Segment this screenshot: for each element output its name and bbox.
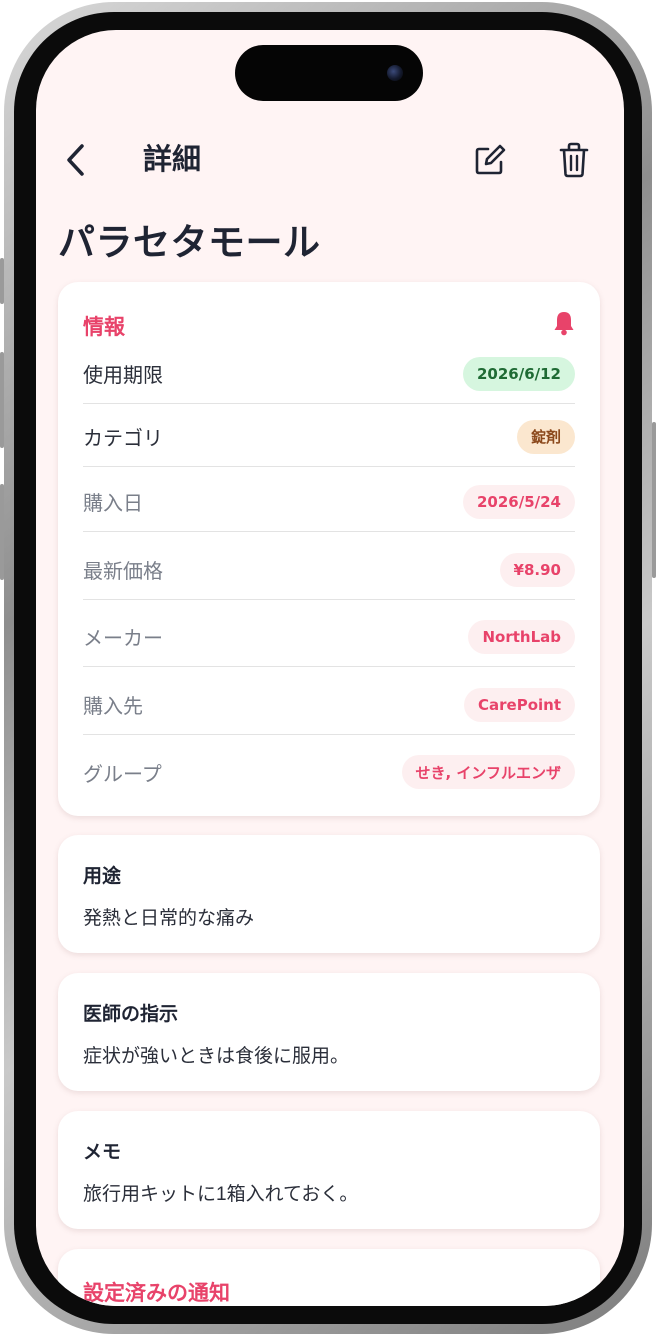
purchase-date-badge: 2026/5/24	[462, 484, 575, 519]
chevron-left-icon	[67, 144, 84, 176]
back-button[interactable]	[58, 142, 94, 178]
bell-icon[interactable]	[552, 310, 576, 336]
info-row-label: カテゴリ	[83, 428, 163, 450]
maker-badge: NorthLab	[468, 619, 575, 654]
info-card: 情報 使用期限 2026/6/12 カテゴリ 錠剤 購入日 2026/5/24 …	[58, 282, 600, 816]
memo-title: メモ	[83, 1142, 122, 1163]
info-row-expiry: 使用期限 2026/6/12	[83, 344, 575, 404]
usage-title: 用途	[83, 866, 122, 887]
info-row-store: 購入先 CarePoint	[83, 675, 575, 735]
info-row-price: 最新価格 ¥8.90	[83, 540, 575, 600]
info-row-label: 購入先	[83, 696, 143, 718]
doctor-instructions-body: 症状が強いときは食後に服用。	[83, 1046, 350, 1067]
memo-card: メモ 旅行用キットに1箱入れておく。	[58, 1111, 600, 1229]
notifications-heading: 設定済みの通知	[83, 1282, 230, 1305]
app-screen: 詳細 パラセタモール 情報 使用期限 2026/6/12 カテゴリ 錠剤 購入日…	[36, 30, 624, 1306]
side-button-volume-down	[0, 484, 4, 580]
info-row-label: 最新価格	[83, 561, 163, 583]
info-row-group: グループ せき, インフルエンザ	[83, 742, 575, 802]
side-button-volume-up	[0, 352, 4, 448]
usage-body: 発熱と日常的な痛み	[83, 908, 255, 929]
price-badge: ¥8.90	[499, 552, 575, 587]
store-badge: CarePoint	[464, 687, 575, 722]
camera-icon	[387, 65, 403, 81]
expiry-badge: 2026/6/12	[462, 356, 575, 391]
info-row-label: 購入日	[83, 493, 143, 515]
memo-body: 旅行用キットに1箱入れておく。	[83, 1184, 359, 1205]
category-badge: 錠剤	[516, 419, 575, 454]
info-row-maker: メーカー NorthLab	[83, 607, 575, 667]
medicine-name: パラセタモール	[58, 222, 321, 263]
edit-button[interactable]	[470, 140, 510, 180]
nav-title: 詳細	[143, 144, 202, 176]
edit-icon	[475, 144, 506, 175]
dynamic-island	[235, 45, 423, 101]
notifications-card: 設定済みの通知	[58, 1249, 600, 1306]
navigation-bar: 詳細	[36, 120, 624, 200]
doctor-instructions-card: 医師の指示 症状が強いときは食後に服用。	[58, 973, 600, 1091]
info-row-label: グループ	[83, 763, 162, 786]
trash-icon	[559, 142, 589, 178]
info-row-purchase-date: 購入日 2026/5/24	[83, 472, 575, 532]
info-row-label: 使用期限	[83, 365, 163, 387]
group-badge: せき, インフルエンザ	[401, 755, 575, 789]
doctor-instructions-title: 医師の指示	[83, 1004, 179, 1025]
side-button-silent	[0, 258, 4, 304]
info-row-category: カテゴリ 錠剤	[83, 407, 575, 467]
info-row-label: メーカー	[83, 628, 163, 650]
usage-card: 用途 発熱と日常的な痛み	[58, 835, 600, 953]
info-heading: 情報	[83, 316, 125, 339]
side-button-power	[652, 422, 656, 578]
delete-button[interactable]	[554, 140, 594, 180]
